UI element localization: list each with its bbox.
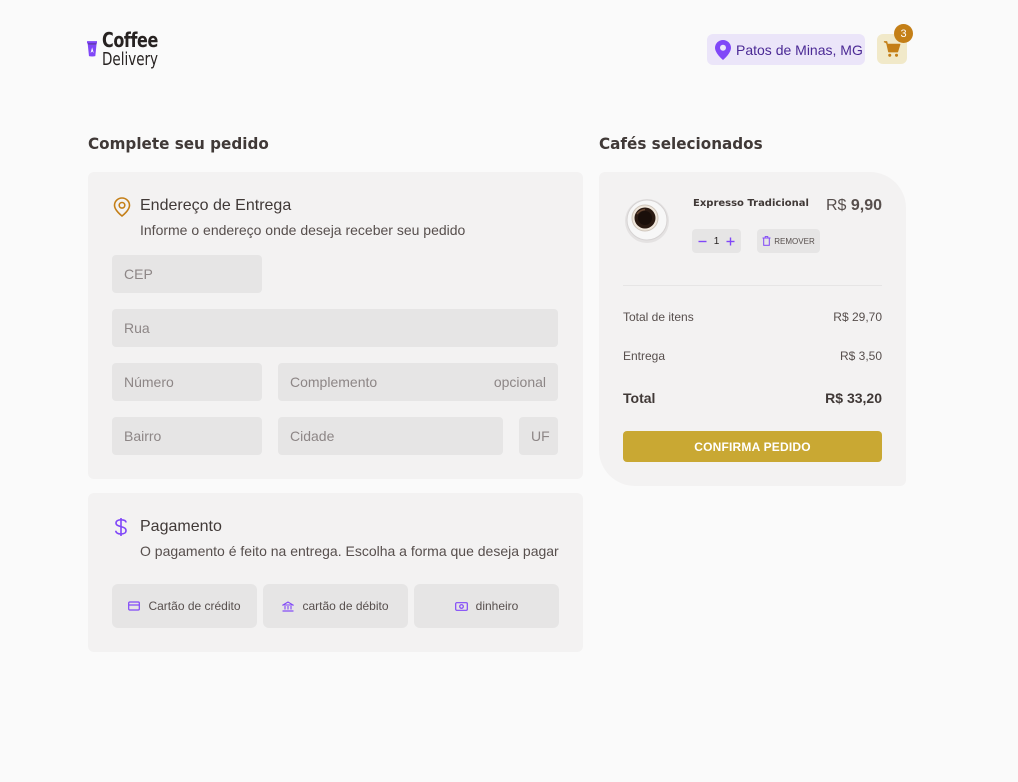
summary-total-value: R$ 33,20 bbox=[825, 390, 882, 406]
payment-credit-button[interactable]: Cartão de crédito bbox=[112, 584, 257, 628]
cart-count-badge: 3 bbox=[894, 24, 913, 43]
payment-debit-button[interactable]: cartão de débito bbox=[263, 584, 408, 628]
currency-dollar-icon bbox=[115, 518, 127, 536]
cart-section-title: Cafés selecionados bbox=[599, 134, 763, 153]
summary-items-row: Total de itens R$ 29,70 bbox=[623, 310, 882, 324]
plus-icon[interactable] bbox=[726, 237, 735, 246]
cart-item-price-value: 9,90 bbox=[850, 197, 882, 214]
address-card: Endereço de Entrega Informe o endereço o… bbox=[88, 172, 583, 479]
shopping-cart-icon bbox=[883, 41, 901, 57]
complemento-placeholder: Complemento bbox=[290, 374, 378, 390]
remove-item-button[interactable]: REMOVER bbox=[757, 229, 820, 253]
summary-items-value: R$ 29,70 bbox=[833, 310, 882, 324]
trash-icon bbox=[762, 236, 771, 246]
payment-title: Pagamento bbox=[140, 518, 222, 535]
uf-input[interactable]: UF bbox=[519, 417, 558, 455]
payment-credit-label: Cartão de crédito bbox=[148, 599, 241, 613]
cart-item-price: R$ 9,90 bbox=[826, 197, 882, 215]
map-pin-outline-icon bbox=[113, 197, 131, 217]
summary-items-label: Total de itens bbox=[623, 310, 694, 324]
cidade-input[interactable]: Cidade bbox=[278, 417, 503, 455]
location-badge[interactable]: Patos de Minas, MG bbox=[707, 34, 865, 65]
complemento-input[interactable]: Complemento opcional bbox=[278, 363, 558, 401]
address-title: Endereço de Entrega bbox=[140, 197, 292, 214]
summary-total-label: Total bbox=[623, 390, 656, 406]
rua-placeholder: Rua bbox=[124, 320, 150, 336]
logo-line1: Coffee bbox=[102, 27, 159, 52]
summary-delivery-row: Entrega R$ 3,50 bbox=[623, 349, 882, 363]
summary-total-row: Total R$ 33,20 bbox=[623, 390, 882, 406]
cart-divider bbox=[623, 285, 882, 286]
summary-delivery-label: Entrega bbox=[623, 349, 666, 363]
payment-cash-label: dinheiro bbox=[475, 599, 519, 613]
coffee-image bbox=[625, 199, 669, 243]
bairro-input[interactable]: Bairro bbox=[112, 417, 262, 455]
location-text: Patos de Minas, MG bbox=[736, 41, 863, 58]
coffee-cup-logo-icon bbox=[87, 41, 98, 57]
remove-item-label: REMOVER bbox=[774, 236, 815, 246]
minus-icon[interactable] bbox=[698, 237, 707, 246]
cart-card: Expresso Tradicional R$ 9,90 1 REMOVER T… bbox=[599, 172, 906, 486]
uf-placeholder: UF bbox=[531, 428, 550, 444]
payment-subtitle: O pagamento é feito na entrega. Escolha … bbox=[140, 543, 559, 559]
quantity-stepper[interactable]: 1 bbox=[692, 229, 741, 253]
payment-debit-label: cartão de débito bbox=[302, 599, 389, 613]
cart-item-currency: R$ bbox=[825, 197, 847, 214]
bairro-placeholder: Bairro bbox=[124, 428, 162, 444]
credit-card-icon bbox=[128, 601, 141, 611]
cep-input[interactable]: CEP bbox=[112, 255, 262, 293]
complemento-optional-label: opcional bbox=[493, 374, 546, 390]
rua-input[interactable]: Rua bbox=[112, 309, 558, 347]
logo-text: Coffee Delivery bbox=[102, 30, 177, 69]
logo-line2: Delivery bbox=[102, 48, 159, 70]
numero-placeholder: Número bbox=[124, 374, 174, 390]
quantity-value: 1 bbox=[713, 235, 720, 247]
bank-icon bbox=[282, 600, 295, 612]
cart-item-name: Expresso Tradicional bbox=[693, 198, 809, 209]
order-section-title: Complete seu pedido bbox=[88, 134, 269, 153]
numero-input[interactable]: Número bbox=[112, 363, 262, 401]
summary-delivery-value: R$ 3,50 bbox=[839, 349, 882, 363]
logo[interactable]: Coffee Delivery bbox=[87, 28, 177, 70]
payment-cash-button[interactable]: dinheiro bbox=[414, 584, 559, 628]
map-pin-icon bbox=[715, 39, 731, 60]
cep-placeholder: CEP bbox=[124, 266, 153, 282]
confirm-order-button[interactable]: CONFIRMA PEDIDO bbox=[623, 431, 882, 462]
payment-card: Pagamento O pagamento é feito na entrega… bbox=[88, 493, 583, 652]
cidade-placeholder: Cidade bbox=[290, 428, 335, 444]
address-subtitle: Informe o endereço onde deseja receber s… bbox=[140, 222, 466, 238]
money-icon bbox=[454, 601, 468, 611]
